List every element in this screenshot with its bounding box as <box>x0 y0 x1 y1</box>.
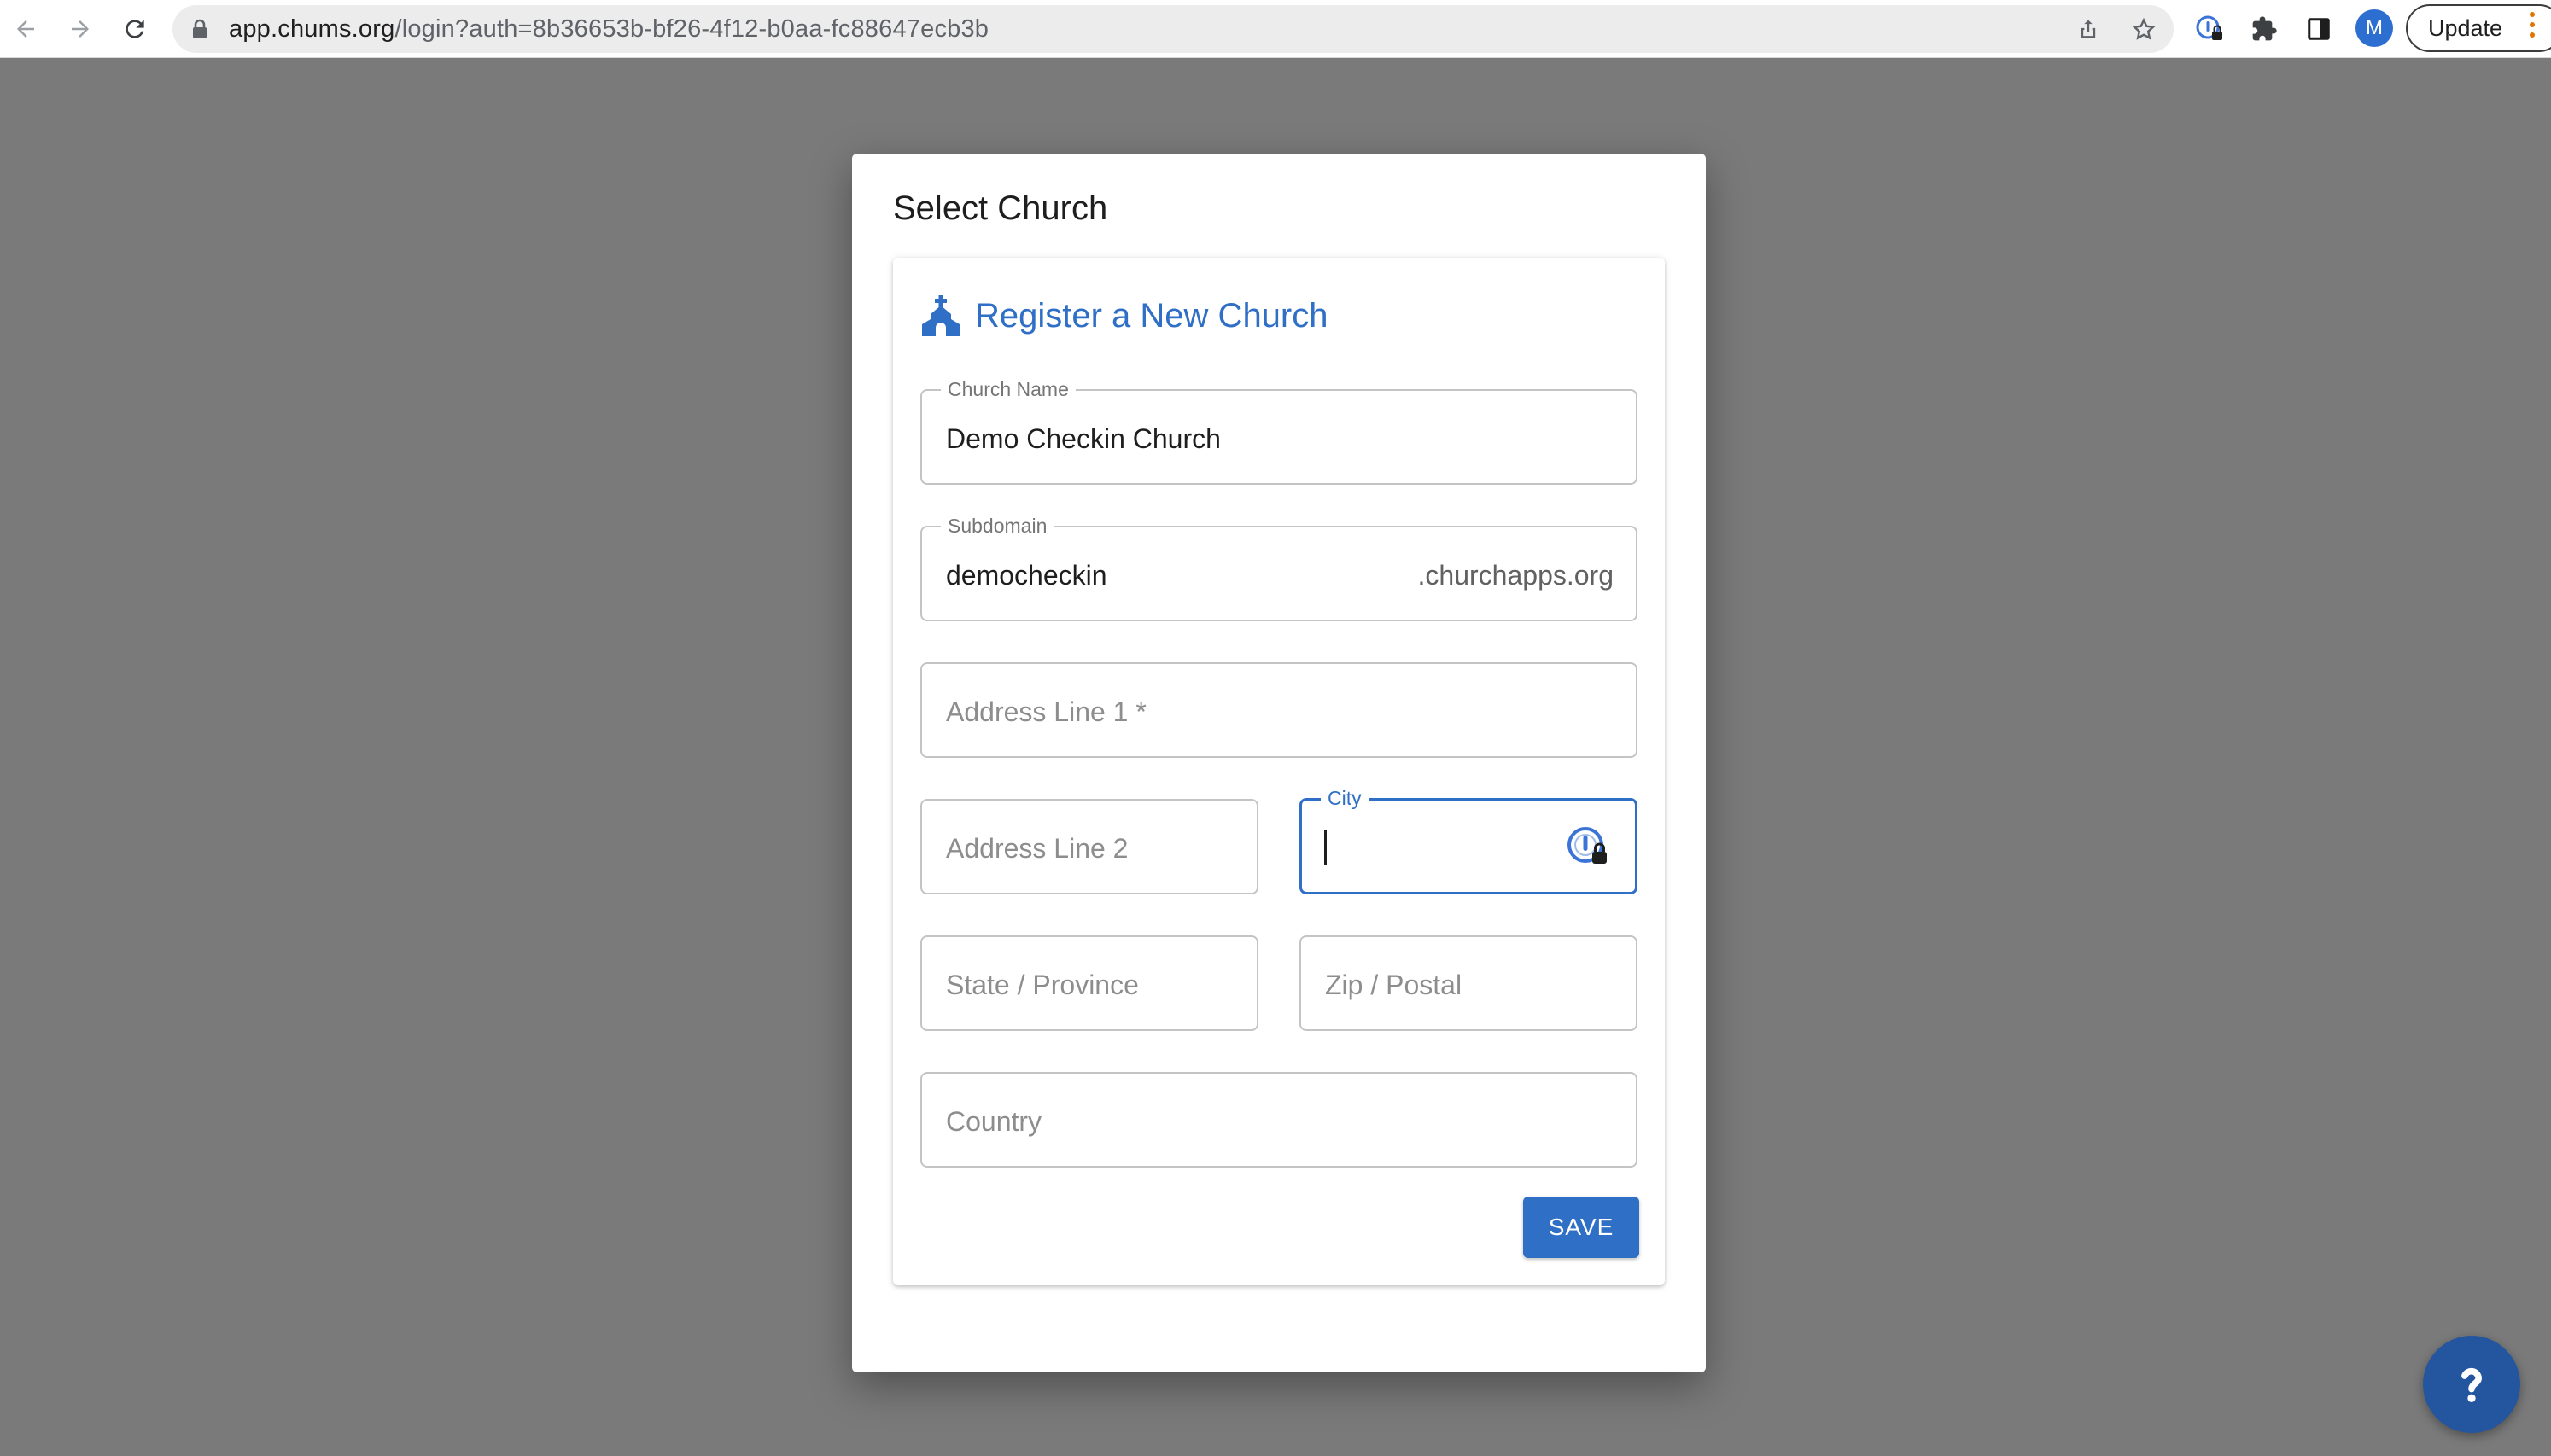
church-name-input[interactable]: Church Name Demo Checkin Church <box>920 378 1637 485</box>
address-line-1-placeholder: Address Line 1 * <box>946 696 1147 727</box>
address-bar[interactable]: app.chums.org/login?auth=8b36653b-bf26-4… <box>172 5 2174 53</box>
country-placeholder: Country <box>946 1106 1042 1137</box>
state-province-input[interactable]: State / Province <box>920 935 1258 1031</box>
share-icon[interactable] <box>2076 17 2100 41</box>
extensions-puzzle-icon[interactable] <box>2249 14 2280 44</box>
update-label: Update <box>2428 15 2503 41</box>
state-province-placeholder: State / Province <box>946 970 1139 1000</box>
reload-icon[interactable] <box>116 10 154 48</box>
country-input[interactable]: Country <box>920 1072 1637 1168</box>
subdomain-label: Subdomain <box>941 515 1054 537</box>
city-input[interactable]: City <box>1299 787 1637 894</box>
card-header: Register a New Church <box>922 292 1328 340</box>
forward-arrow-icon[interactable] <box>61 10 99 48</box>
password-manager-icon[interactable] <box>2194 14 2225 44</box>
profile-avatar[interactable]: M <box>2355 9 2393 47</box>
subdomain-value: democheckin <box>946 560 1107 591</box>
select-church-dialog: Select Church Register a New Church Chur… <box>852 154 1706 1372</box>
browser-toolbar: app.chums.org/login?auth=8b36653b-bf26-4… <box>0 0 2551 58</box>
card-title: Register a New Church <box>975 297 1328 335</box>
city-label: City <box>1321 787 1369 809</box>
zip-postal-input[interactable]: Zip / Postal <box>1299 935 1637 1031</box>
subdomain-input[interactable]: Subdomain democheckin .churchapps.org <box>920 515 1637 621</box>
address-line-2-placeholder: Address Line 2 <box>946 833 1129 864</box>
subdomain-suffix: .churchapps.org <box>1417 560 1614 591</box>
side-panel-icon[interactable] <box>2303 14 2334 44</box>
dialog-title: Select Church <box>893 189 1108 227</box>
church-icon <box>922 295 960 336</box>
address-line-1-input[interactable]: Address Line 1 * <box>920 662 1637 758</box>
text-caret <box>1324 830 1327 865</box>
lock-icon[interactable] <box>191 19 208 44</box>
url-text[interactable]: app.chums.org/login?auth=8b36653b-bf26-4… <box>229 15 989 43</box>
save-button[interactable]: SAVE <box>1523 1197 1639 1258</box>
password-manager-fill-icon[interactable] <box>1565 824 1613 872</box>
more-menu-icon[interactable] <box>2530 12 2535 43</box>
help-button[interactable] <box>2423 1336 2520 1433</box>
address-line-2-input[interactable]: Address Line 2 <box>920 799 1258 894</box>
bookmark-star-icon[interactable] <box>2131 17 2156 41</box>
zip-postal-placeholder: Zip / Postal <box>1325 970 1462 1000</box>
church-name-value: Demo Checkin Church <box>946 423 1221 454</box>
help-question-icon <box>2443 1356 2500 1412</box>
church-name-label: Church Name <box>941 378 1076 400</box>
back-arrow-icon[interactable] <box>7 10 44 48</box>
